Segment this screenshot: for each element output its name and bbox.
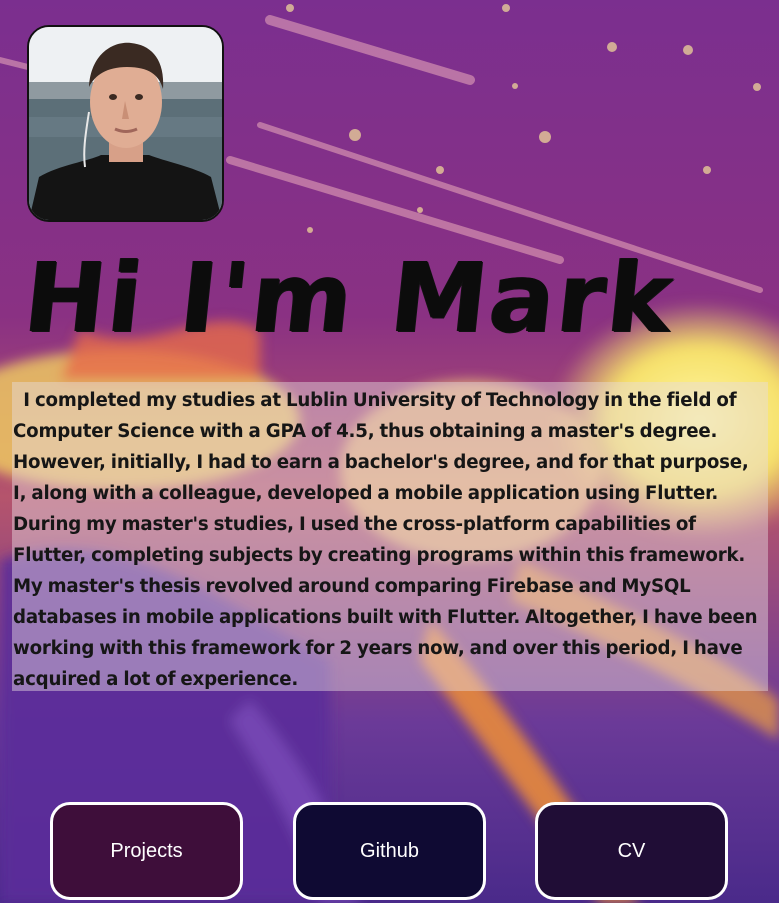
cv-button[interactable]: CV — [535, 802, 728, 900]
projects-button-label: Projects — [110, 839, 183, 862]
cv-button-label: CV — [617, 839, 646, 862]
hero-title: Hi I'm Mark — [19, 242, 681, 354]
profile-photo — [27, 25, 224, 222]
bio-paragraph: I completed my studies at Lublin Univers… — [12, 382, 768, 691]
github-button-label: Github — [360, 839, 419, 862]
projects-button[interactable]: Projects — [50, 802, 243, 900]
github-button[interactable]: Github — [293, 802, 486, 900]
